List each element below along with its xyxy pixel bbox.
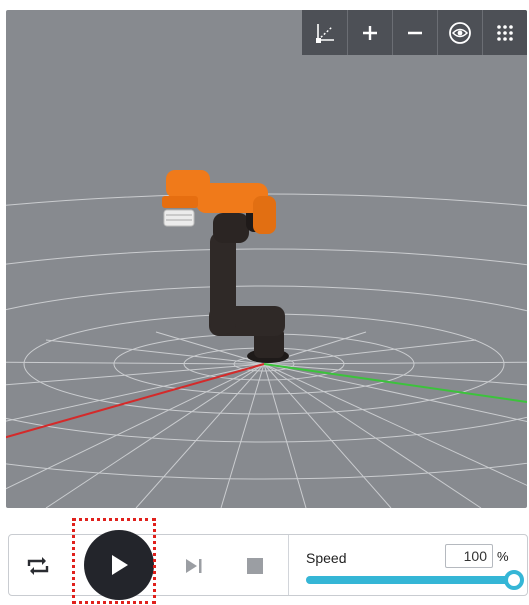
- 3d-viewport[interactable]: [6, 10, 527, 508]
- speed-slider-fill: [306, 576, 514, 584]
- view-toggle-button[interactable]: [437, 10, 482, 55]
- zoom-out-icon: [408, 31, 422, 34]
- speed-input[interactable]: [445, 544, 493, 568]
- grid-menu-button[interactable]: [482, 10, 527, 55]
- x-axis-line: [6, 363, 265, 439]
- eye-icon: [449, 21, 471, 44]
- speed-label: Speed: [306, 550, 347, 566]
- step-forward-button[interactable]: [181, 553, 207, 579]
- grid-menu-icon: [497, 24, 513, 41]
- controls-divider: [288, 535, 289, 595]
- play-button[interactable]: [84, 530, 154, 600]
- play-icon: [112, 555, 128, 575]
- zoom-out-button[interactable]: [392, 10, 437, 55]
- robot-scene[interactable]: [6, 10, 527, 508]
- stop-button[interactable]: [242, 553, 268, 579]
- axes-toggle-button[interactable]: [302, 10, 347, 55]
- y-axis-line: [263, 363, 527, 403]
- robot-arm[interactable]: [162, 170, 289, 363]
- axes-icon: [315, 23, 334, 43]
- speed-slider[interactable]: [306, 570, 524, 590]
- speed-slider-thumb[interactable]: [504, 570, 524, 590]
- playback-controls: Speed %: [8, 518, 528, 604]
- zoom-in-button[interactable]: [347, 10, 392, 55]
- zoom-in-icon: [363, 25, 377, 40]
- stop-icon: [247, 558, 263, 574]
- speed-unit: %: [497, 549, 509, 564]
- repeat-icon: [27, 557, 49, 575]
- repeat-button[interactable]: [23, 553, 53, 579]
- step-forward-icon: [186, 559, 202, 573]
- viewport-toolbar: [302, 10, 527, 55]
